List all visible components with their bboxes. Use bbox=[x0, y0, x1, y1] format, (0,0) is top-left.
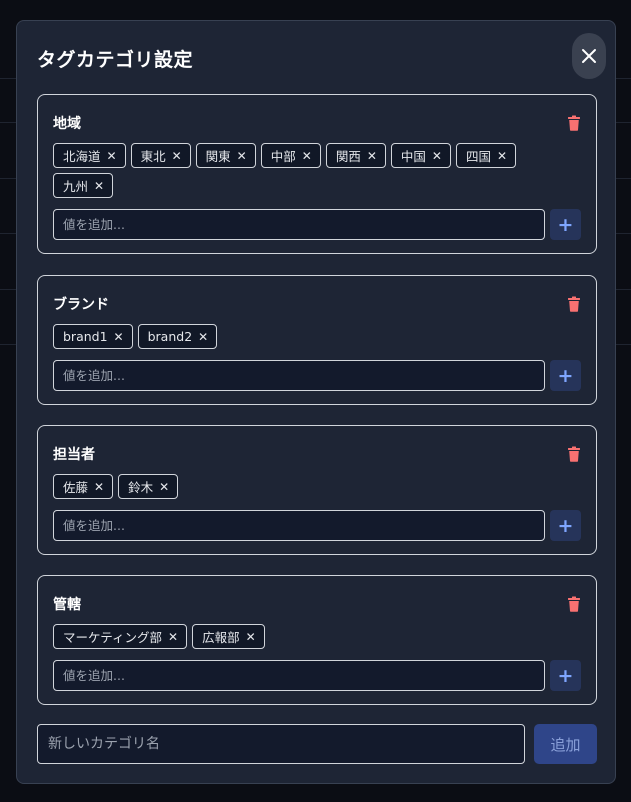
remove-chip-icon[interactable]: ✕ bbox=[198, 330, 208, 344]
add-category-button[interactable]: 追加 bbox=[534, 724, 597, 764]
add-value-button[interactable]: + bbox=[550, 209, 581, 240]
category-name: 担当者 bbox=[53, 447, 95, 463]
value-chip-list: マーケティング部 ✕ 広報部 ✕ bbox=[53, 624, 566, 649]
trash-icon[interactable] bbox=[567, 596, 581, 612]
trash-icon[interactable] bbox=[567, 296, 581, 312]
add-value-input[interactable] bbox=[53, 660, 545, 691]
remove-chip-icon[interactable]: ✕ bbox=[172, 149, 182, 163]
remove-chip-icon[interactable]: ✕ bbox=[114, 330, 124, 344]
trash-icon[interactable] bbox=[567, 115, 581, 131]
category-card: 担当者 佐藤 ✕ 鈴木 ✕ + bbox=[37, 425, 597, 555]
new-category-input[interactable] bbox=[37, 724, 525, 764]
remove-chip-icon[interactable]: ✕ bbox=[497, 149, 507, 163]
value-chip: 中部 ✕ bbox=[260, 143, 321, 168]
add-value-button[interactable]: + bbox=[550, 360, 581, 391]
value-chip: 広報部 ✕ bbox=[192, 624, 265, 649]
value-chip-list: 佐藤 ✕ 鈴木 ✕ bbox=[53, 474, 566, 499]
remove-chip-icon[interactable]: ✕ bbox=[432, 149, 442, 163]
chip-label: 四国 bbox=[465, 149, 491, 164]
value-chip: マーケティング部 ✕ bbox=[53, 624, 188, 649]
chip-label: マーケティング部 bbox=[63, 630, 163, 645]
chip-label: 関東 bbox=[205, 149, 231, 164]
close-icon bbox=[582, 49, 596, 63]
remove-chip-icon[interactable]: ✕ bbox=[94, 480, 104, 494]
value-chip: 東北 ✕ bbox=[130, 143, 191, 168]
value-chip-list: 北海道 ✕ 東北 ✕ 関東 ✕ 中部 ✕ 関西 ✕ 中国 ✕ 四国 ✕ 九州 ✕ bbox=[53, 143, 566, 198]
add-value-input[interactable] bbox=[53, 510, 545, 541]
category-card: ブランド brand1 ✕ brand2 ✕ + bbox=[37, 275, 597, 405]
category-name: ブランド bbox=[53, 297, 109, 313]
chip-label: 中部 bbox=[270, 149, 296, 164]
chip-label: 佐藤 bbox=[63, 480, 89, 495]
category-name: 管轄 bbox=[53, 597, 81, 613]
chip-label: 広報部 bbox=[202, 630, 240, 645]
remove-chip-icon[interactable]: ✕ bbox=[237, 149, 247, 163]
value-chip: 鈴木 ✕ bbox=[118, 474, 179, 499]
value-chip: brand1 ✕ bbox=[53, 324, 133, 349]
remove-chip-icon[interactable]: ✕ bbox=[94, 179, 104, 193]
value-chip: brand2 ✕ bbox=[137, 324, 218, 349]
remove-chip-icon[interactable]: ✕ bbox=[246, 630, 256, 644]
value-chip-list: brand1 ✕ brand2 ✕ bbox=[53, 324, 566, 349]
add-value-button[interactable]: + bbox=[550, 510, 581, 541]
chip-label: 関西 bbox=[335, 149, 361, 164]
chip-label: brand1 bbox=[63, 329, 108, 344]
remove-chip-icon[interactable]: ✕ bbox=[367, 149, 377, 163]
chip-label: 東北 bbox=[140, 149, 166, 164]
remove-chip-icon[interactable]: ✕ bbox=[107, 149, 117, 163]
category-name: 地域 bbox=[53, 116, 81, 132]
value-chip: 関西 ✕ bbox=[325, 143, 386, 168]
chip-label: 中国 bbox=[400, 149, 426, 164]
chip-label: 鈴木 bbox=[128, 480, 154, 495]
close-button[interactable] bbox=[572, 33, 606, 79]
remove-chip-icon[interactable]: ✕ bbox=[302, 149, 312, 163]
value-chip: 中国 ✕ bbox=[390, 143, 451, 168]
trash-icon[interactable] bbox=[567, 446, 581, 462]
value-chip: 佐藤 ✕ bbox=[53, 474, 114, 499]
add-value-input[interactable] bbox=[53, 360, 545, 391]
category-card: 管轄 マーケティング部 ✕ 広報部 ✕ + bbox=[37, 575, 597, 705]
tag-category-settings-modal: タグカテゴリ設定 地域 北海道✕東北✕関東✕中部✕関西✕中国✕四国✕九州✕ + … bbox=[16, 20, 616, 784]
value-chip: 九州 ✕ bbox=[53, 173, 114, 198]
remove-chip-icon[interactable]: ✕ bbox=[168, 630, 178, 644]
add-value-button[interactable]: + bbox=[550, 660, 581, 691]
chip-label: 九州 bbox=[63, 179, 89, 194]
remove-chip-icon[interactable]: ✕ bbox=[159, 480, 169, 494]
chip-label: brand2 bbox=[147, 329, 193, 344]
value-chip: 四国 ✕ bbox=[455, 143, 517, 168]
category-card: 地域 北海道 ✕ 東北 ✕ 関東 ✕ 中部 ✕ 関西 ✕ 中国 ✕ 四国 ✕ 九州 ✕ + bbox=[37, 94, 597, 254]
value-chip: 関東 ✕ bbox=[195, 143, 256, 168]
add-value-input[interactable] bbox=[53, 209, 545, 240]
modal-title: タグカテゴリ設定 bbox=[37, 49, 194, 71]
chip-label: 北海道 bbox=[63, 149, 101, 164]
value-chip: 北海道 ✕ bbox=[53, 143, 126, 168]
